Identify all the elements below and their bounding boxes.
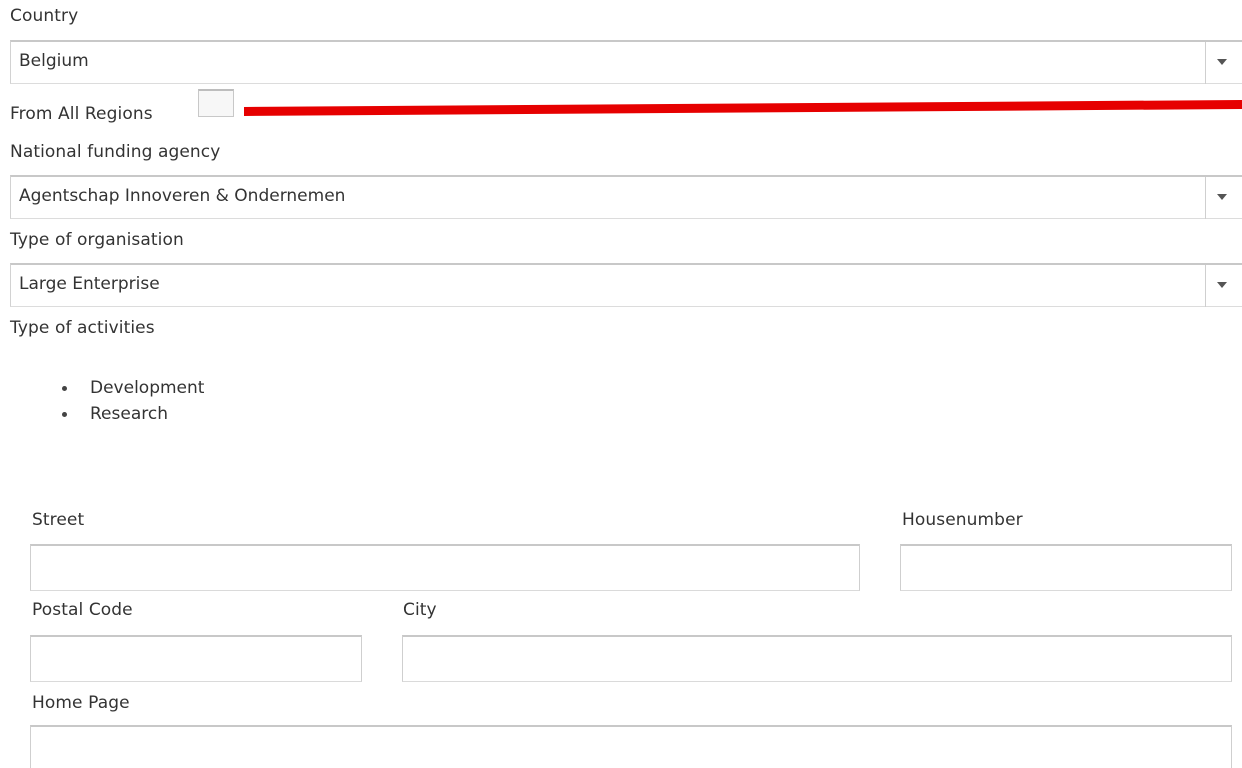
activities-label: Type of activities	[10, 318, 155, 338]
red-annotation-stroke	[244, 100, 1242, 116]
postal-code-input[interactable]	[30, 635, 362, 682]
city-input[interactable]	[402, 635, 1232, 682]
red-annotation-line	[244, 100, 1242, 116]
street-label: Street	[32, 510, 85, 530]
country-label: Country	[10, 6, 79, 26]
all-regions-checkbox[interactable]	[198, 89, 234, 117]
organisation-type-label: Type of organisation	[10, 230, 184, 250]
funding-agency-selected-value: Agentschap Innoveren & Ondernemen	[19, 186, 346, 206]
city-label: City	[403, 600, 437, 620]
select-divider	[1205, 265, 1206, 307]
housenumber-label: Housenumber	[902, 510, 1023, 530]
home-page-label: Home Page	[32, 693, 130, 713]
activity-research: Research	[90, 404, 168, 424]
organisation-type-select[interactable]: Large Enterprise	[10, 263, 1242, 307]
funding-agency-label: National funding agency	[10, 142, 221, 162]
select-divider	[1205, 42, 1206, 84]
chevron-down-icon[interactable]	[1217, 59, 1227, 65]
postal-code-label: Postal Code	[32, 600, 133, 620]
home-page-input[interactable]	[30, 725, 1232, 768]
chevron-down-icon[interactable]	[1217, 194, 1227, 200]
funding-agency-select[interactable]: Agentschap Innoveren & Ondernemen	[10, 175, 1242, 219]
activity-development: Development	[90, 378, 205, 398]
select-divider	[1205, 177, 1206, 219]
housenumber-input[interactable]	[900, 544, 1232, 591]
organisation-type-selected-value: Large Enterprise	[19, 274, 160, 294]
country-selected-value: Belgium	[19, 51, 89, 71]
chevron-down-icon[interactable]	[1217, 282, 1227, 288]
organisation-form: Country Belgium From All Regions Nationa…	[0, 0, 1242, 768]
bullet-icon	[62, 386, 67, 391]
activities-list: Development Research	[60, 375, 204, 427]
country-select[interactable]: Belgium	[10, 40, 1242, 84]
street-input[interactable]	[30, 544, 860, 591]
list-item: Development	[60, 375, 204, 401]
all-regions-label: From All Regions	[10, 104, 153, 124]
list-item: Research	[60, 401, 204, 427]
bullet-icon	[62, 412, 67, 417]
